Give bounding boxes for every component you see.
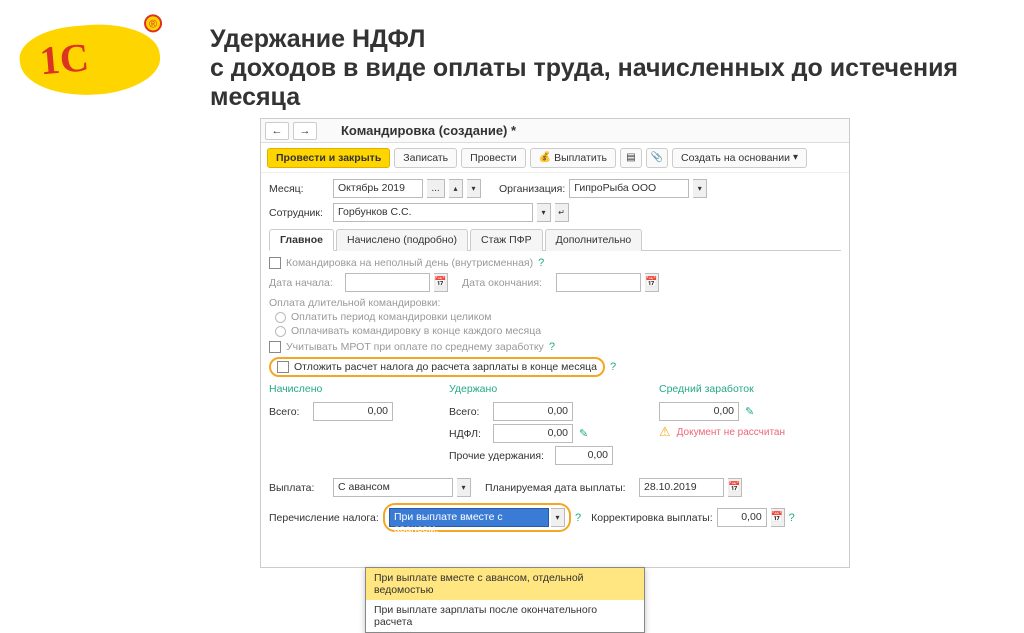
org-dropdown-button[interactable]: ▾ bbox=[693, 179, 707, 198]
withheld-total-input[interactable]: 0,00 bbox=[493, 402, 573, 421]
nav-back-button[interactable]: ← bbox=[265, 122, 289, 140]
dropdown-option-1[interactable]: При выплате вместе с авансом, отдельной … bbox=[366, 568, 644, 600]
tax-transfer-dropdown-button[interactable]: ▾ bbox=[551, 508, 565, 527]
ndfl-label: НДФЛ: bbox=[449, 428, 487, 440]
employee-dropdown-button[interactable]: ▾ bbox=[537, 203, 551, 222]
other-label: Прочие удержания: bbox=[449, 450, 549, 462]
month-picker-button[interactable]: ... bbox=[427, 179, 445, 198]
document-icon-button[interactable]: ▤ bbox=[620, 148, 642, 168]
slide-title: Удержание НДФЛ с доходов в виде оплаты т… bbox=[210, 25, 970, 111]
month-down-button[interactable]: ▾ bbox=[467, 179, 481, 198]
correction-input[interactable]: 0,00 bbox=[717, 508, 767, 527]
employee-label: Сотрудник: bbox=[269, 207, 329, 219]
attach-icon: 📎 bbox=[651, 152, 663, 163]
plan-date-label: Планируемая дата выплаты: bbox=[485, 482, 635, 494]
help-icon[interactable]: ? bbox=[789, 512, 795, 524]
month-label: Месяц: bbox=[269, 183, 329, 195]
defer-tax-checkbox[interactable] bbox=[277, 361, 289, 373]
logo-1c: 1С ® bbox=[20, 25, 160, 105]
date-start-input[interactable] bbox=[345, 273, 430, 292]
tax-transfer-dropdown-list: При выплате вместе с авансом, отдельной … bbox=[365, 567, 645, 633]
not-calculated-label: Документ не рассчитан bbox=[677, 427, 785, 438]
tab-extra[interactable]: Дополнительно bbox=[545, 229, 643, 251]
partial-day-label: Командировка на неполный день (внутрисме… bbox=[286, 257, 533, 269]
date-end-input[interactable] bbox=[556, 273, 641, 292]
create-based-button[interactable]: Создать на основании ▾ bbox=[672, 148, 807, 168]
month-input[interactable]: Октябрь 2019 bbox=[333, 179, 423, 198]
correction-label: Корректировка выплаты: bbox=[591, 512, 713, 524]
calendar-icon: 📅 bbox=[645, 277, 657, 288]
withheld-total-label: Всего: bbox=[449, 406, 487, 418]
help-icon[interactable]: ? bbox=[549, 341, 555, 353]
calendar-icon: 📅 bbox=[434, 277, 446, 288]
dropdown-option-2[interactable]: При выплате зарплаты после окончательног… bbox=[366, 600, 644, 632]
org-label: Организация: bbox=[499, 183, 565, 195]
date-start-label: Дата начала: bbox=[269, 277, 341, 289]
employee-input[interactable]: Горбунков С.С. bbox=[333, 203, 533, 222]
payment-dropdown-button[interactable]: ▾ bbox=[457, 478, 471, 497]
tab-pfr[interactable]: Стаж ПФР bbox=[470, 229, 543, 251]
nav-bar: ← → Командировка (создание) * bbox=[261, 119, 849, 143]
calendar-icon: 📅 bbox=[771, 512, 783, 523]
tabs: Главное Начислено (подробно) Стаж ПФР До… bbox=[269, 228, 841, 251]
ndfl-input[interactable]: 0,00 bbox=[493, 424, 573, 443]
pencil-icon[interactable]: ✎ bbox=[745, 405, 754, 418]
post-and-close-button[interactable]: Провести и закрыть bbox=[267, 148, 390, 168]
warning-icon: ⚠ bbox=[659, 424, 671, 440]
pay-monthly-label: Оплачивать командировку в конце каждого … bbox=[291, 325, 541, 337]
month-up-button[interactable]: ▴ bbox=[449, 179, 463, 198]
date-end-cal-button[interactable]: 📅 bbox=[645, 273, 659, 292]
chevron-down-icon: ▾ bbox=[793, 152, 798, 163]
withheld-header: Удержано bbox=[449, 383, 629, 395]
correction-cal-button[interactable]: 📅 bbox=[771, 508, 785, 527]
doc-icon: ▤ bbox=[626, 152, 635, 163]
mrot-label: Учитывать МРОТ при оплате по среднему за… bbox=[286, 341, 544, 353]
help-icon[interactable]: ? bbox=[610, 361, 616, 373]
defer-tax-label: Отложить расчет налога до расчета зарпла… bbox=[294, 361, 597, 373]
tab-main[interactable]: Главное bbox=[269, 229, 334, 251]
pay-button[interactable]: 💰Выплатить bbox=[530, 148, 616, 168]
help-icon[interactable]: ? bbox=[538, 257, 544, 269]
tax-transfer-highlight: При выплате вместе с авансом, ▾ bbox=[383, 503, 571, 532]
total-label: Всего: bbox=[269, 406, 307, 418]
defer-tax-highlight: Отложить расчет налога до расчета зарпла… bbox=[269, 357, 605, 377]
plan-date-input[interactable]: 28.10.2019 bbox=[639, 478, 724, 497]
employee-open-button[interactable]: ↵ bbox=[555, 203, 569, 222]
payment-label: Выплата: bbox=[269, 482, 329, 494]
post-button[interactable]: Провести bbox=[461, 148, 525, 168]
tax-transfer-select[interactable]: При выплате вместе с авансом, bbox=[389, 508, 549, 527]
app-window: ← → Командировка (создание) * Провести и… bbox=[260, 118, 850, 568]
nav-forward-button[interactable]: → bbox=[293, 122, 317, 140]
payment-input[interactable]: С авансом bbox=[333, 478, 453, 497]
date-end-label: Дата окончания: bbox=[462, 277, 552, 289]
tab-accrued[interactable]: Начислено (подробно) bbox=[336, 229, 468, 251]
pay-whole-radio[interactable] bbox=[275, 312, 286, 323]
coin-icon: 💰 bbox=[539, 152, 551, 163]
pay-whole-label: Оплатить период командировки целиком bbox=[291, 311, 492, 323]
pencil-icon[interactable]: ✎ bbox=[579, 427, 588, 440]
long-trip-label: Оплата длительной командировки: bbox=[269, 297, 841, 309]
help-icon[interactable]: ? bbox=[575, 512, 581, 524]
mrot-checkbox[interactable] bbox=[269, 341, 281, 353]
partial-day-checkbox[interactable] bbox=[269, 257, 281, 269]
attach-button[interactable]: 📎 bbox=[646, 148, 668, 168]
other-input[interactable]: 0,00 bbox=[555, 446, 613, 465]
plan-date-cal-button[interactable]: 📅 bbox=[728, 478, 742, 497]
avg-header: Средний заработок bbox=[659, 383, 754, 395]
calendar-icon: 📅 bbox=[728, 482, 740, 493]
save-button[interactable]: Записать bbox=[394, 148, 457, 168]
avg-input[interactable]: 0,00 bbox=[659, 402, 739, 421]
date-start-cal-button[interactable]: 📅 bbox=[434, 273, 448, 292]
toolbar: Провести и закрыть Записать Провести 💰Вы… bbox=[261, 143, 849, 173]
org-input[interactable]: ГипроРыба ООО bbox=[569, 179, 689, 198]
accrued-total-input[interactable]: 0,00 bbox=[313, 402, 393, 421]
tax-transfer-label: Перечисление налога: bbox=[269, 512, 379, 524]
window-title: Командировка (создание) * bbox=[341, 123, 516, 138]
logo-text: 1С bbox=[38, 33, 91, 84]
registered-icon: ® bbox=[143, 14, 163, 34]
pay-monthly-radio[interactable] bbox=[275, 326, 286, 337]
accrued-header: Начислено bbox=[269, 383, 419, 395]
